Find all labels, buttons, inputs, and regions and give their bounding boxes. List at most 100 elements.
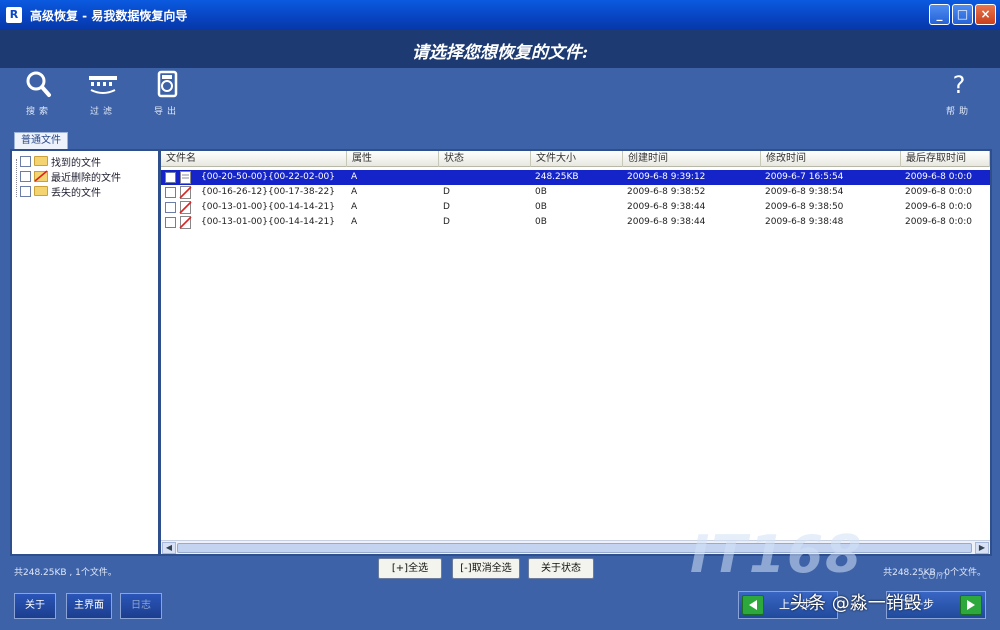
row-checkbox[interactable]	[165, 172, 176, 183]
help-icon: ?	[953, 71, 966, 99]
tree-checkbox[interactable]	[20, 185, 31, 197]
column-header-name[interactable]: 文件名	[161, 151, 347, 167]
app-logo-icon: R	[6, 7, 22, 23]
arrow-left-icon	[742, 595, 764, 615]
help-button[interactable]: ? 帮助	[934, 68, 984, 117]
cell-accessed: 2009-6-8 0:0:0	[905, 187, 972, 197]
cell-accessed: 2009-6-8 0:0:0	[905, 217, 972, 227]
help-label: 帮助	[945, 107, 972, 117]
table-header: 文件名 属性 状态 文件大小 创建时间 修改时间 最后存取时间	[161, 151, 990, 167]
tree-checkbox[interactable]	[20, 155, 31, 167]
it168-com-watermark: .com	[918, 568, 948, 582]
close-button[interactable]: ×	[975, 4, 996, 25]
column-header-size[interactable]: 文件大小	[531, 151, 623, 167]
cell-created: 2009-6-8 9:39:12	[627, 172, 706, 182]
tree-item-label: 找到的文件	[51, 157, 101, 169]
export-label: 导出	[153, 107, 180, 117]
scroll-left-icon[interactable]: ◀	[162, 542, 176, 554]
maximize-button[interactable]: □	[952, 4, 973, 25]
tree-item-label: 丢失的文件	[51, 187, 101, 199]
search-label: 搜索	[25, 107, 52, 117]
status-selected: 共248.25KB , 1个文件。	[14, 568, 117, 578]
cell-size: 0B	[535, 187, 547, 197]
cell-status: D	[443, 187, 450, 197]
window-controls: _ □ ×	[929, 4, 996, 25]
table-row[interactable]: {00-13-01-00}{00-14-14-21} A D 0B 2009-6…	[161, 215, 990, 230]
folder-icon	[34, 186, 48, 196]
row-checkbox[interactable]	[165, 217, 176, 228]
row-checkbox[interactable]	[165, 202, 176, 213]
select-all-button[interactable]: [+]全选	[378, 558, 442, 579]
deleted-file-icon	[179, 201, 192, 214]
banner: 请选择您想恢复的文件:	[0, 30, 1000, 68]
cell-modified: 2009-6-8 9:38:50	[765, 202, 844, 212]
scroll-right-icon[interactable]: ▶	[975, 542, 989, 554]
column-header-status[interactable]: 状态	[439, 151, 531, 167]
column-header-accessed[interactable]: 最后存取时间	[901, 151, 990, 167]
tree-item-recently-deleted[interactable]: 最近删除的文件	[20, 169, 121, 184]
deselect-all-button[interactable]: [-]取消全选	[452, 558, 520, 579]
tree-connector	[16, 159, 17, 197]
filter-button[interactable]: 过滤	[78, 68, 128, 117]
cell-created: 2009-6-8 9:38:44	[627, 217, 706, 227]
tree-item-found[interactable]: 找到的文件	[20, 154, 101, 169]
cell-modified: 2009-6-7 16:5:54	[765, 172, 844, 182]
column-header-modified[interactable]: 修改时间	[761, 151, 901, 167]
cell-size: 0B	[535, 217, 547, 227]
cell-name: {00-16-26-12}{00-17-38-22}	[201, 187, 336, 197]
close-app-button[interactable]: 关于	[14, 593, 56, 619]
cell-name: {00-13-01-00}{00-14-14-21}	[201, 202, 336, 212]
minimize-button[interactable]: _	[929, 4, 950, 25]
export-button[interactable]: 导出	[142, 68, 192, 117]
cell-accessed: 2009-6-8 0:0:0	[905, 202, 972, 212]
table-row[interactable]: {00-20-50-00}{00-22-02-00} A 248.25KB 20…	[161, 170, 990, 185]
table-row[interactable]: {00-16-26-12}{00-17-38-22} A D 0B 2009-6…	[161, 185, 990, 200]
disk-export-icon	[157, 70, 178, 98]
column-header-created[interactable]: 创建时间	[623, 151, 761, 167]
tree-checkbox[interactable]	[20, 170, 31, 182]
it168-watermark: IT168	[690, 525, 864, 585]
page-title: 请选择您想恢复的文件:	[411, 43, 589, 63]
file-list: 文件名 属性 状态 文件大小 创建时间 修改时间 最后存取时间 {00-20-5…	[161, 151, 990, 554]
toutiao-watermark: 头条 @淼一销毁	[790, 593, 922, 614]
table-row[interactable]: {00-13-01-00}{00-14-14-21} A D 0B 2009-6…	[161, 200, 990, 215]
svg-text:?: ?	[953, 71, 966, 99]
about-status-button[interactable]: 关于状态	[528, 558, 594, 579]
deleted-file-icon	[179, 216, 192, 229]
search-button[interactable]: 搜索	[14, 68, 64, 117]
horizontal-scrollbar[interactable]: ◀ ▶	[161, 540, 990, 554]
folder-icon	[34, 156, 48, 166]
title-bar: R 高级恢复 - 易我数据恢复向导 _ □ ×	[0, 0, 1000, 30]
cell-modified: 2009-6-8 9:38:48	[765, 217, 844, 227]
cell-attribute: A	[351, 202, 358, 212]
window-title: 高级恢复 - 易我数据恢复向导	[30, 8, 188, 23]
deleted-file-icon	[179, 186, 192, 199]
tree-item-label: 最近删除的文件	[51, 172, 121, 184]
cell-size: 248.25KB	[535, 172, 579, 182]
arrow-right-icon	[960, 595, 982, 615]
cell-name: {00-13-01-00}{00-14-14-21}	[201, 217, 336, 227]
deleted-folder-icon	[34, 170, 48, 182]
cell-accessed: 2009-6-8 0:0:0	[905, 172, 972, 182]
cell-attribute: A	[351, 187, 358, 197]
filter-label: 过滤	[89, 107, 116, 117]
file-icon	[180, 171, 191, 184]
log-button[interactable]: 日志	[120, 593, 162, 619]
filter-icon	[89, 76, 117, 94]
toolbar: 搜索 过滤 导出 ? 帮助	[0, 68, 1000, 124]
cell-created: 2009-6-8 9:38:52	[627, 187, 706, 197]
cell-modified: 2009-6-8 9:38:54	[765, 187, 844, 197]
cell-status	[439, 170, 531, 185]
cell-status: D	[443, 202, 450, 212]
cell-status: D	[443, 217, 450, 227]
tree-item-lost[interactable]: 丢失的文件	[20, 184, 101, 199]
folder-tree: 找到的文件 最近删除的文件 丢失的文件	[12, 151, 158, 554]
cell-size: 0B	[535, 202, 547, 212]
column-header-attribute[interactable]: 属性	[347, 151, 439, 167]
cell-attribute: A	[351, 172, 358, 182]
tab-normal-files[interactable]: 普通文件	[14, 132, 68, 149]
cell-name: {00-20-50-00}{00-22-02-00}	[201, 172, 336, 182]
main-screen-button[interactable]: 主界面	[66, 593, 112, 619]
search-icon	[26, 71, 51, 97]
row-checkbox[interactable]	[165, 187, 176, 198]
